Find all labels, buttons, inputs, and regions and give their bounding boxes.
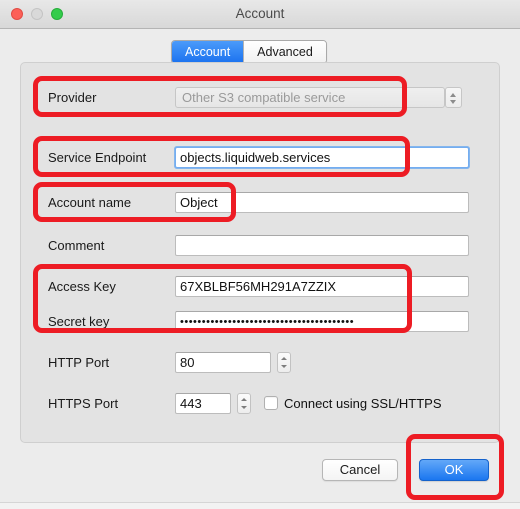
https-port-stepper[interactable] xyxy=(237,393,251,414)
secret-key-row: Secret key •••••••••••••••••••••••••••••… xyxy=(21,311,499,333)
chevron-down-icon xyxy=(281,365,287,368)
http-port-stepper[interactable] xyxy=(277,352,291,373)
chevron-down-icon xyxy=(241,406,247,409)
provider-select-arrows[interactable] xyxy=(445,87,462,108)
cancel-button[interactable]: Cancel xyxy=(322,459,398,481)
account-name-input[interactable]: Object xyxy=(175,192,469,213)
https-port-row: HTTPS Port 443 Connect using SSL/HTTPS xyxy=(21,393,499,415)
access-key-row: Access Key 67XBLBF56MH291A7ZZIX xyxy=(21,276,499,298)
title-bar: Account xyxy=(0,0,520,29)
service-endpoint-row: Service Endpoint objects.liquidweb.servi… xyxy=(21,146,499,169)
window-title: Account xyxy=(235,6,285,21)
chevron-up-icon xyxy=(241,398,247,401)
access-key-input[interactable]: 67XBLBF56MH291A7ZZIX xyxy=(175,276,469,297)
service-endpoint-input[interactable]: objects.liquidweb.services xyxy=(174,146,470,169)
comment-label: Comment xyxy=(48,238,105,253)
comment-row: Comment xyxy=(21,235,499,257)
http-port-label: HTTP Port xyxy=(48,355,110,370)
comment-input[interactable] xyxy=(175,235,469,256)
chevron-up-icon xyxy=(450,93,456,97)
account-settings-panel: Provider Other S3 compatible service Ser… xyxy=(20,62,500,443)
https-port-input[interactable]: 443 xyxy=(175,393,231,414)
tab-segmented-control: Account Advanced xyxy=(171,40,327,64)
chevron-up-icon xyxy=(281,357,287,360)
account-name-row: Account name Object xyxy=(21,192,499,214)
window-bottom-edge xyxy=(0,502,520,509)
chevron-down-icon xyxy=(450,100,456,104)
https-port-label: HTTPS Port xyxy=(48,396,119,411)
http-port-row: HTTP Port 80 xyxy=(21,352,499,374)
ssl-checkbox[interactable] xyxy=(264,396,278,410)
tab-advanced[interactable]: Advanced xyxy=(243,41,326,63)
tab-account[interactable]: Account xyxy=(172,41,244,63)
secret-key-input[interactable]: •••••••••••••••••••••••••••••••••••••••• xyxy=(175,311,469,332)
ok-button[interactable]: OK xyxy=(419,459,489,481)
access-key-label: Access Key xyxy=(48,279,116,294)
ssl-checkbox-label[interactable]: Connect using SSL/HTTPS xyxy=(284,393,442,415)
provider-row: Provider Other S3 compatible service xyxy=(21,87,499,109)
provider-select[interactable]: Other S3 compatible service xyxy=(175,87,445,108)
account-name-label: Account name xyxy=(48,195,132,210)
tab-bar: Account Advanced xyxy=(0,29,520,65)
secret-key-label: Secret key xyxy=(48,314,110,329)
provider-label: Provider xyxy=(48,90,97,105)
service-endpoint-label: Service Endpoint xyxy=(48,150,147,165)
account-dialog-window: Account Account Advanced Provider Other … xyxy=(0,0,520,509)
http-port-input[interactable]: 80 xyxy=(175,352,271,373)
